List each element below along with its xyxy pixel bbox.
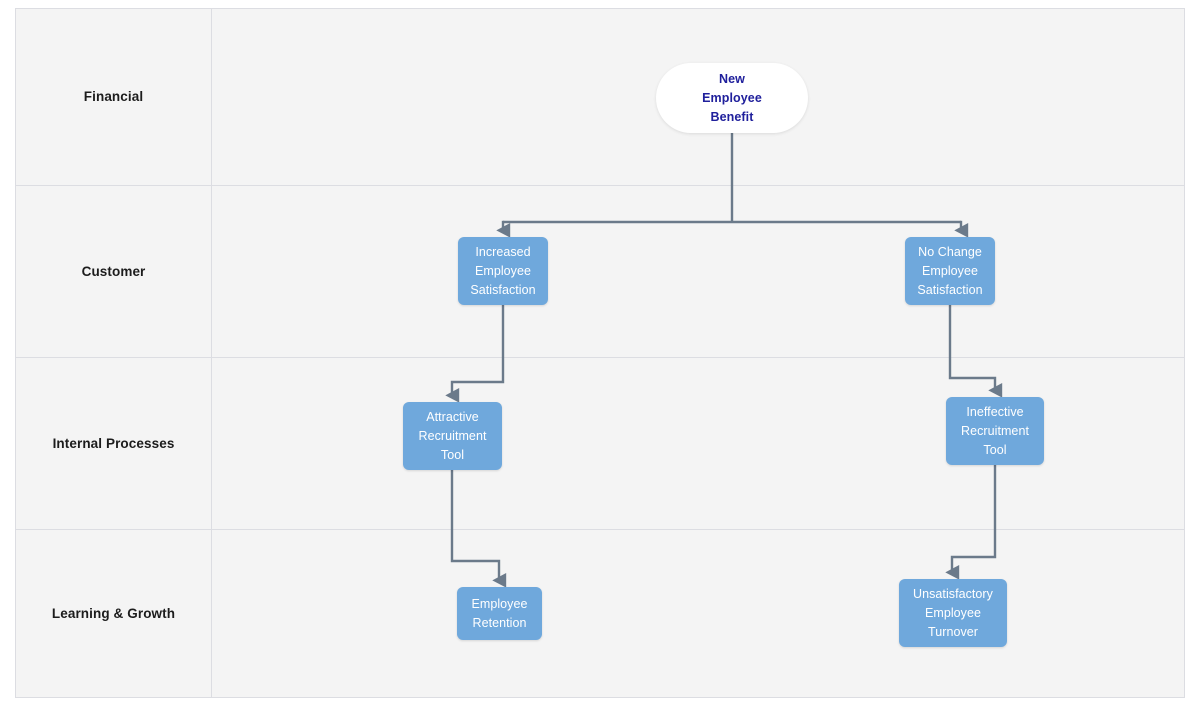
perspective-label-learning-growth: Learning & Growth [51, 605, 176, 621]
node-attractive-recruitment-tool[interactable]: Attractive Recruitment Tool [403, 402, 502, 470]
perspective-row-learning-growth: Learning & Growth [16, 530, 1184, 697]
node-employee-retention[interactable]: Employee Retention [457, 587, 542, 640]
perspective-label-internal-processes: Internal Processes [52, 435, 175, 451]
row-label-cell-customer: Customer [16, 186, 212, 357]
row-label-cell-internal-processes: Internal Processes [16, 358, 212, 529]
node-label-attractive-recruitment-tool: Attractive Recruitment Tool [418, 409, 487, 462]
node-unsatisfactory-employee-turnover[interactable]: Unsatisfactory Employee Turnover [899, 579, 1007, 647]
perspective-label-customer: Customer [81, 263, 146, 279]
node-increased-employee-satisfaction[interactable]: Increased Employee Satisfaction [458, 237, 548, 305]
node-label-unsatisfactory-employee-turnover: Unsatisfactory Employee Turnover [913, 586, 993, 639]
node-label-employee-retention: Employee Retention [471, 596, 528, 630]
row-label-cell-learning-growth: Learning & Growth [16, 530, 212, 697]
perspective-row-financial: Financial [16, 9, 1184, 186]
diagram-canvas: Financial Customer Internal Processes Le… [0, 0, 1200, 714]
node-no-change-employee-satisfaction[interactable]: No Change Employee Satisfaction [905, 237, 995, 305]
perspective-grid: Financial Customer Internal Processes Le… [15, 8, 1185, 698]
node-label-increased-employee-satisfaction: Increased Employee Satisfaction [470, 244, 536, 297]
node-label-ineffective-recruitment-tool: Ineffective Recruitment Tool [961, 404, 1029, 457]
node-label-no-change-employee-satisfaction: No Change Employee Satisfaction [917, 244, 983, 297]
perspective-row-customer: Customer [16, 186, 1184, 358]
node-label-new-employee-benefit: New Employee Benefit [702, 71, 762, 124]
row-label-cell-financial: Financial [16, 9, 212, 185]
node-new-employee-benefit[interactable]: New Employee Benefit [656, 63, 808, 133]
node-ineffective-recruitment-tool[interactable]: Ineffective Recruitment Tool [946, 397, 1044, 465]
perspective-label-financial: Financial [83, 89, 144, 105]
